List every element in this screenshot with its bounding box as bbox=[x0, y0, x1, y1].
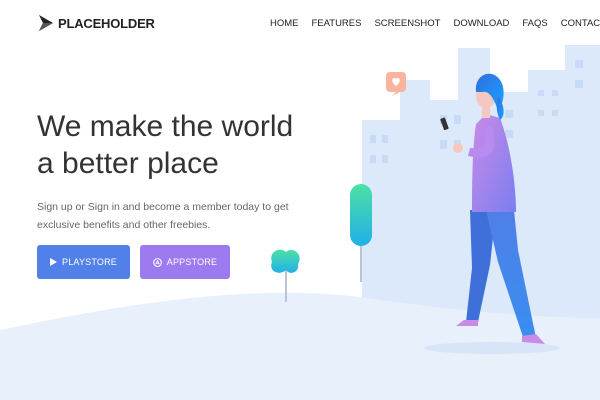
brand-name: PLACEHOLDER bbox=[58, 15, 155, 31]
appstore-icon bbox=[152, 257, 162, 267]
playstore-label: PLAYSTORE bbox=[62, 257, 117, 267]
main-nav: HOME FEATURES SCREENSHOT DOWNLOAD FAQS C… bbox=[270, 18, 600, 29]
playstore-button[interactable]: PLAYSTORE bbox=[37, 245, 130, 279]
play-icon bbox=[50, 258, 57, 266]
nav-features[interactable]: FEATURES bbox=[312, 18, 362, 29]
appstore-label: APPSTORE bbox=[166, 257, 218, 267]
nav-screenshot[interactable]: SCREENSHOT bbox=[374, 18, 440, 29]
hero-subtitle: Sign up or Sign in and become a member t… bbox=[37, 201, 289, 231]
nav-download[interactable]: DOWNLOAD bbox=[453, 18, 509, 29]
nav-contact[interactable]: CONTACT bbox=[561, 18, 600, 29]
brand-logo[interactable]: PLACEHOLDER bbox=[37, 13, 155, 33]
appstore-button[interactable]: APPSTORE bbox=[140, 245, 230, 279]
logo-icon bbox=[39, 15, 53, 31]
nav-faqs[interactable]: FAQS bbox=[522, 18, 547, 29]
hero-title: We make the world a better place bbox=[37, 110, 294, 180]
nav-home[interactable]: HOME bbox=[270, 18, 299, 29]
